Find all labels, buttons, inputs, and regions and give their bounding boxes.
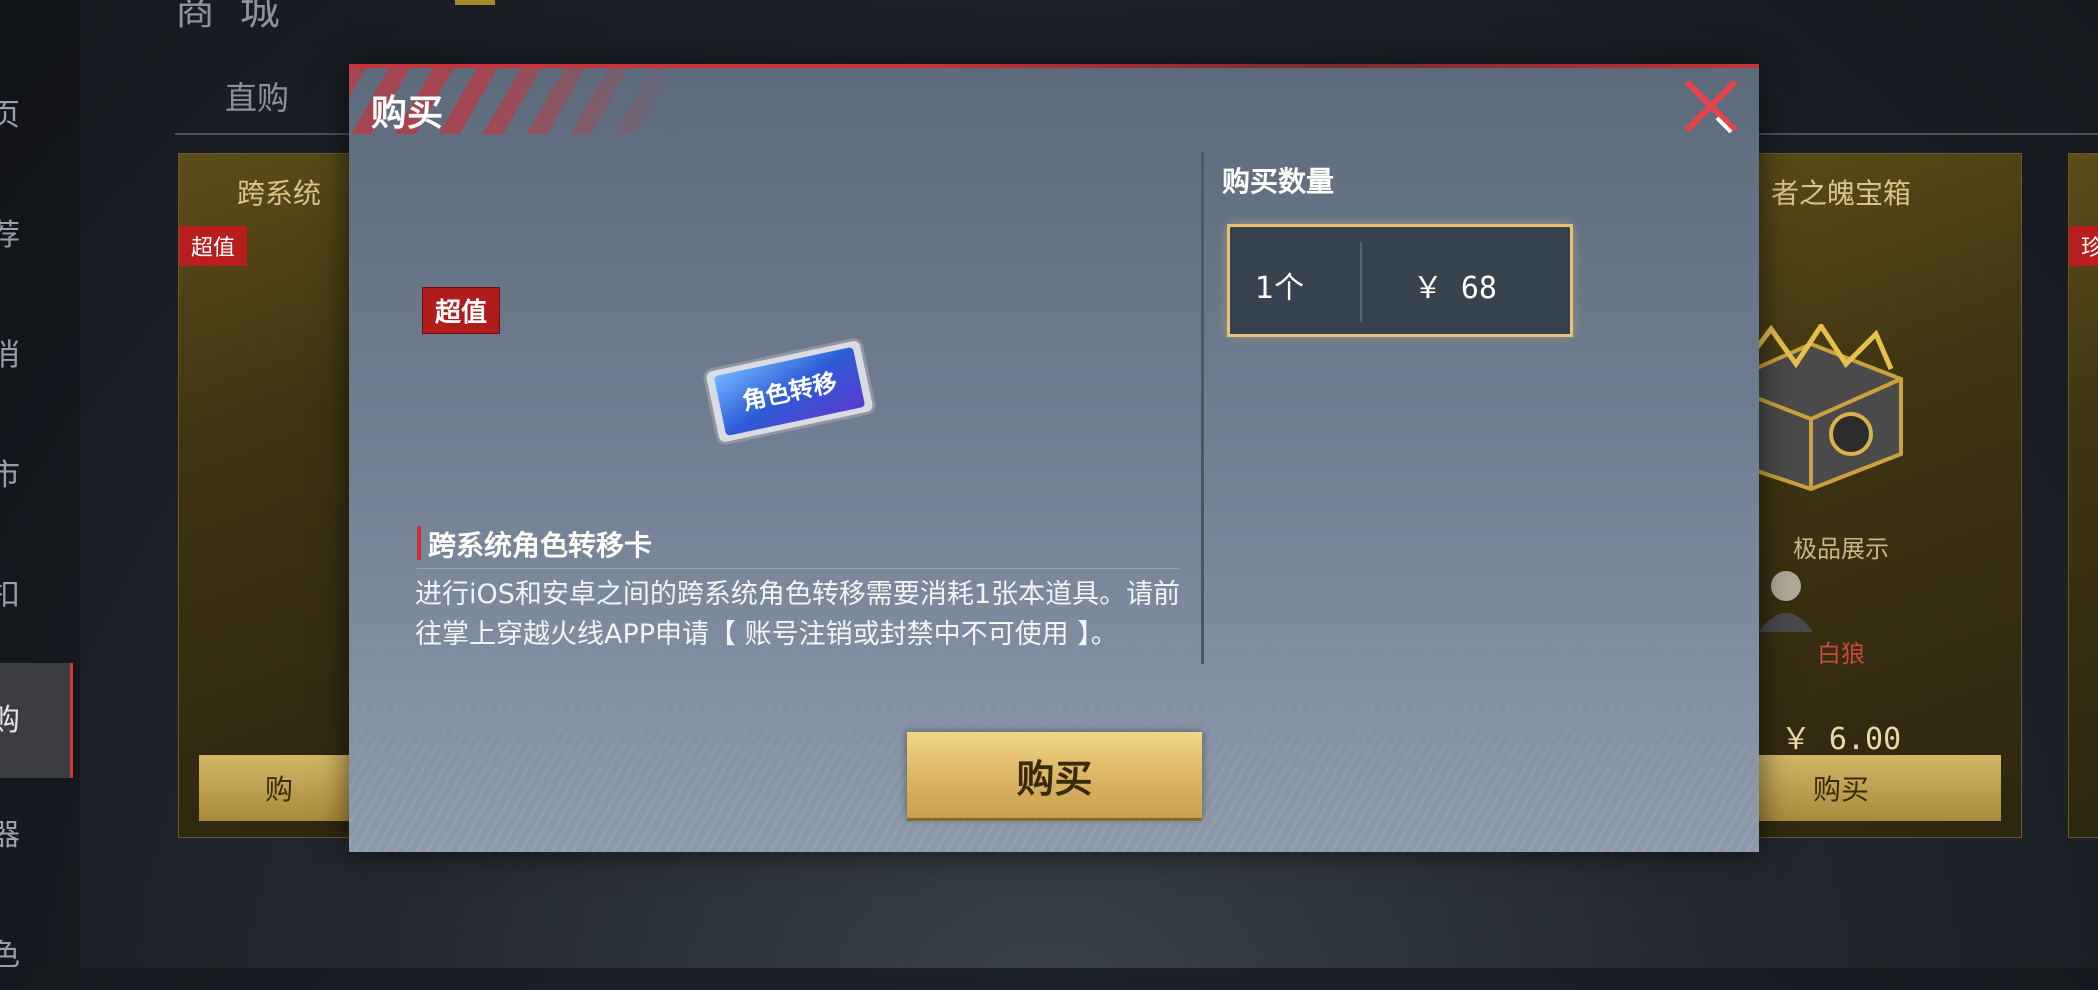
quantity-value: 1个 [1255, 271, 1305, 306]
item-name: 跨系统角色转移卡 [428, 529, 653, 562]
transfer-card-image: 角色转移 [703, 338, 876, 445]
item-description: 进行iOS和安卓之间的跨系统角色转移需要消耗1张本道具。请前往掌上穿越火线APP… [415, 579, 1181, 650]
quantity-price: ￥ 68 [1412, 271, 1497, 306]
quantity-label: 购买数量 [1222, 165, 1335, 198]
card-buy-button[interactable]: 购 [199, 755, 359, 821]
value-badge: 超值 [422, 287, 501, 334]
character-avatar [1759, 571, 1813, 632]
item-name-accent [417, 526, 421, 560]
quantity-option[interactable]: 1个 ￥ 68 [1227, 224, 1573, 337]
buy-button-label: 购买 [1016, 756, 1093, 801]
sidebar-item-5[interactable]: 购 [0, 663, 73, 778]
sidebar-item-3[interactable]: 市 [0, 450, 70, 510]
sidebar: 页 荐 消 市 扣 购 器 色 [0, 0, 80, 973]
title-accent [455, 0, 495, 5]
buy-button[interactable]: 购买 [907, 732, 1202, 818]
header-line [349, 64, 1759, 68]
close-icon[interactable] [1679, 74, 1743, 138]
shop-card-far-right: 珍 [2068, 153, 2098, 838]
page-title: 商 城 [175, 0, 286, 34]
sidebar-item-7[interactable]: 色 [0, 930, 70, 990]
card-badge: 珍 [2069, 226, 2098, 266]
item-divider [417, 568, 1179, 569]
card-badge: 超值 [179, 226, 248, 266]
sidebar-item-2[interactable]: 消 [0, 330, 70, 390]
sidebar-item-6[interactable]: 器 [0, 810, 70, 870]
tab-direct-buy[interactable]: 直购 [225, 73, 289, 119]
panel-divider [1201, 152, 1204, 664]
sidebar-item-1[interactable]: 荐 [0, 210, 70, 270]
sidebar-item-4[interactable]: 扣 [0, 570, 70, 630]
dialog-title: 购买 [371, 93, 444, 134]
sidebar-item-0[interactable]: 页 [0, 90, 70, 150]
quantity-divider [1360, 242, 1362, 322]
purchase-dialog: 购买 超值 角色转移 跨系统角色转移卡 进行iOS和安卓之间的跨系统角色转移需要… [349, 64, 1759, 852]
